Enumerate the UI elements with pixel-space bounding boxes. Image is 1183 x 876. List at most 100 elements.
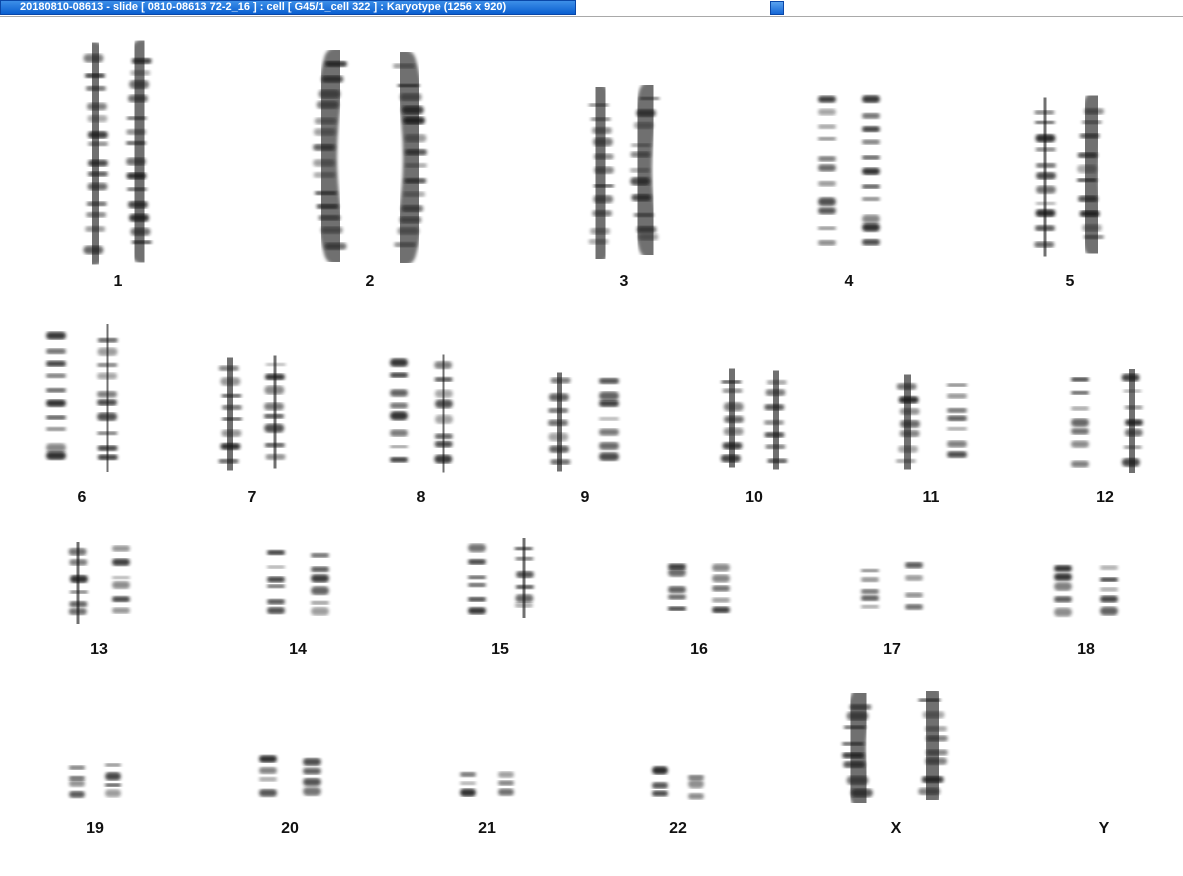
chromosome-band [320, 226, 343, 234]
chromosome-band [1121, 373, 1140, 382]
chromosome-band [393, 63, 416, 69]
chromosome-band [126, 129, 147, 135]
chromosome-band [818, 95, 836, 103]
chromosome-band [765, 444, 786, 449]
chromosome-band [390, 429, 408, 437]
chromosome-22-a [650, 757, 670, 811]
chromosome-band [846, 711, 869, 721]
chromosome-band [321, 75, 344, 83]
chromosome-band [1054, 565, 1072, 572]
chromosome-band [311, 552, 329, 558]
chromosome-body [311, 47, 350, 265]
chromosome-band [404, 163, 427, 168]
chromosome-band [638, 233, 659, 241]
chromosome-band [633, 121, 654, 129]
chromosome-band [765, 389, 786, 396]
chromosome-band [87, 171, 108, 177]
chromosome-band [550, 459, 571, 465]
chromosome-band [947, 426, 967, 431]
chromosome-20-a [257, 743, 279, 809]
chromosome-band [267, 576, 285, 583]
chromosome-band [721, 380, 742, 384]
karyotype-panel: 1 2 3 4 5 6 7 8 9 10 11 12 13 14 15 16 1… [0, 17, 1183, 876]
chromosome-band [861, 595, 879, 601]
chromosome-band [126, 187, 147, 192]
chromosome-band [324, 242, 347, 250]
scroll-handle[interactable] [770, 1, 784, 15]
chromosome-label-11: 11 [922, 489, 940, 506]
chromosome-band [267, 565, 285, 569]
chromosome-band [97, 399, 118, 406]
chromosome-band [112, 607, 130, 614]
chromosome-band [862, 197, 880, 201]
chromosome-band [97, 431, 118, 435]
chromosome-body [81, 41, 110, 266]
chromosome-band [631, 143, 652, 147]
chromosome-band [723, 415, 744, 423]
chromosome-band [303, 767, 321, 775]
chromosome-label-12: 12 [1096, 489, 1114, 506]
chromosome-band [593, 153, 614, 160]
chromosome-band [112, 596, 130, 603]
chromosome-label-15: 15 [491, 641, 509, 658]
chromosome-band [1100, 606, 1118, 616]
chromosome-band [633, 213, 654, 217]
chromosome-body [432, 349, 455, 478]
chromosome-band [97, 347, 118, 356]
chromosome-band [1034, 241, 1055, 248]
chromosome-band [590, 227, 611, 235]
chromosome-17-b [903, 551, 926, 622]
chromosome-image [43, 39, 1145, 813]
chromosome-band [631, 193, 652, 202]
chromosome-band [403, 116, 426, 125]
chromosome-band [468, 582, 486, 588]
chromosome-16-a [666, 547, 688, 627]
chromosome-band [313, 143, 336, 151]
chromosome-band [630, 177, 651, 186]
chromosome-band [259, 777, 277, 782]
chromosome-band [221, 404, 242, 410]
chromosome-band [548, 407, 569, 414]
chromosome-x-a [840, 685, 877, 811]
chromosome-5-a [1032, 93, 1058, 261]
chromosome-band [112, 581, 130, 589]
chromosome-band [1071, 390, 1089, 395]
chromosome-band [818, 156, 836, 162]
chromosome-band [105, 783, 121, 787]
chromosome-band [313, 128, 336, 136]
chromosome-band [69, 780, 85, 787]
chromosome-band [599, 452, 619, 461]
chromosome-label-16: 16 [690, 641, 708, 658]
chromosome-band [599, 377, 619, 385]
chromosome-band [401, 205, 424, 213]
chromosome-label-x: X [890, 820, 902, 837]
chromosome-band [126, 116, 147, 120]
chromosome-band [925, 757, 948, 765]
chromosome-band [86, 102, 107, 111]
chromosome-band [599, 441, 619, 450]
chromosome-band [318, 215, 341, 221]
chromosome-band [127, 200, 148, 209]
chromosome-band [316, 203, 339, 209]
chromosome-band [434, 414, 453, 424]
chromosome-band [947, 415, 967, 422]
chromosome-label-14: 14 [289, 641, 307, 658]
chromosome-band [862, 214, 880, 224]
chromosome-band [922, 711, 945, 719]
chromosome-band [861, 604, 879, 609]
chromosome-12-a [1068, 361, 1092, 479]
chromosome-band [390, 389, 408, 397]
chromosome-band [1100, 587, 1118, 592]
chromosome-band [1035, 201, 1056, 206]
chromosome-band [390, 457, 408, 463]
chromosome-band [905, 592, 923, 598]
chromosome-8-a [387, 347, 410, 477]
chromosome-band [87, 114, 108, 123]
chromosome-band [46, 415, 66, 420]
chromosome-band [264, 373, 285, 381]
chromosome-band [668, 585, 686, 594]
chromosome-band [85, 226, 106, 232]
chromosome-band [83, 245, 104, 255]
chromosome-19-a [66, 753, 87, 809]
chromosome-band [1071, 418, 1089, 427]
